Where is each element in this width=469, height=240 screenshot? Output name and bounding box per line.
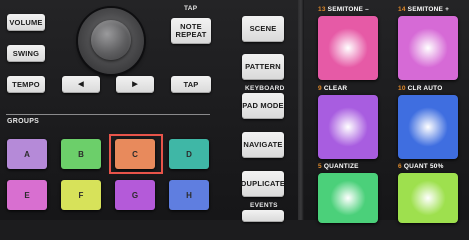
pad-number: 6 bbox=[398, 163, 402, 170]
note-repeat-button[interactable]: NOTE REPEAT bbox=[171, 18, 211, 44]
group-pad-g[interactable]: G bbox=[115, 180, 155, 210]
pad-function: QUANTIZE bbox=[323, 163, 359, 170]
tempo-button[interactable]: TEMPO bbox=[7, 76, 45, 93]
group-pad-label: F bbox=[78, 190, 84, 200]
pad-14-label: 14 SEMITONE + bbox=[398, 6, 449, 13]
pad-9-label: 9 CLEAR bbox=[318, 85, 347, 92]
group-pad-label: E bbox=[24, 190, 30, 200]
pad-function: SEMITONE + bbox=[407, 6, 450, 13]
pad-function: CLR AUTO bbox=[407, 85, 443, 92]
events-caption: EVENTS bbox=[250, 202, 278, 209]
swing-button[interactable]: SWING bbox=[7, 45, 45, 62]
group-pad-b[interactable]: B bbox=[61, 139, 101, 169]
pad-number: 13 bbox=[318, 6, 326, 13]
group-pad-h[interactable]: H bbox=[169, 180, 209, 210]
selected-group-highlight bbox=[109, 134, 163, 174]
pad-number: 5 bbox=[318, 163, 322, 170]
scene-button[interactable]: SCENE bbox=[242, 16, 284, 42]
pad-10-label: 10 CLR AUTO bbox=[398, 85, 442, 92]
pad-9[interactable] bbox=[318, 95, 378, 159]
right-arrow-icon: ▶ bbox=[132, 80, 138, 88]
pad-number: 14 bbox=[398, 6, 406, 13]
encoder-knob-cap[interactable] bbox=[91, 20, 131, 60]
pad-6[interactable] bbox=[398, 173, 458, 223]
group-pad-label: H bbox=[186, 190, 192, 200]
tap-caption: TAP bbox=[184, 5, 198, 12]
pad-number: 9 bbox=[318, 85, 322, 92]
pad-13-label: 13 SEMITONE – bbox=[318, 6, 369, 13]
group-pad-label: A bbox=[24, 149, 30, 159]
pattern-button[interactable]: PATTERN bbox=[242, 54, 284, 80]
group-pad-label: D bbox=[186, 149, 192, 159]
group-pad-e[interactable]: E bbox=[7, 180, 47, 210]
pad-13[interactable] bbox=[318, 16, 378, 80]
pad-5[interactable] bbox=[318, 173, 378, 223]
pad-mode-button[interactable]: PAD MODE bbox=[242, 93, 284, 119]
pad-10[interactable] bbox=[398, 95, 458, 159]
pad-14[interactable] bbox=[398, 16, 458, 80]
volume-button[interactable]: VOLUME bbox=[7, 14, 45, 31]
pad-6-label: 6 QUANT 50% bbox=[398, 163, 444, 170]
navigate-button[interactable]: NAVIGATE bbox=[242, 132, 284, 158]
group-pad-label: B bbox=[78, 149, 84, 159]
group-pad-d[interactable]: D bbox=[169, 139, 209, 169]
group-pad-f[interactable]: F bbox=[61, 180, 101, 210]
pad-number: 10 bbox=[398, 85, 406, 92]
section-divider bbox=[298, 0, 304, 220]
groups-divider bbox=[6, 114, 210, 115]
duplicate-button[interactable]: DUPLICATE bbox=[241, 171, 285, 197]
groups-title: GROUPS bbox=[7, 118, 40, 125]
pad-function: SEMITONE – bbox=[327, 6, 369, 13]
left-arrow-button[interactable]: ◀ bbox=[62, 76, 100, 93]
group-pad-a[interactable]: A bbox=[7, 139, 47, 169]
keyboard-caption: KEYBOARD bbox=[245, 85, 285, 92]
right-arrow-button[interactable]: ▶ bbox=[116, 76, 154, 93]
events-button[interactable] bbox=[242, 210, 284, 222]
tap-button[interactable]: TAP bbox=[171, 76, 211, 93]
pad-function: CLEAR bbox=[323, 85, 348, 92]
pad-function: QUANT 50% bbox=[403, 163, 444, 170]
pad-5-label: 5 QUANTIZE bbox=[318, 163, 359, 170]
left-arrow-icon: ◀ bbox=[78, 80, 84, 88]
group-pad-label: G bbox=[131, 190, 139, 200]
